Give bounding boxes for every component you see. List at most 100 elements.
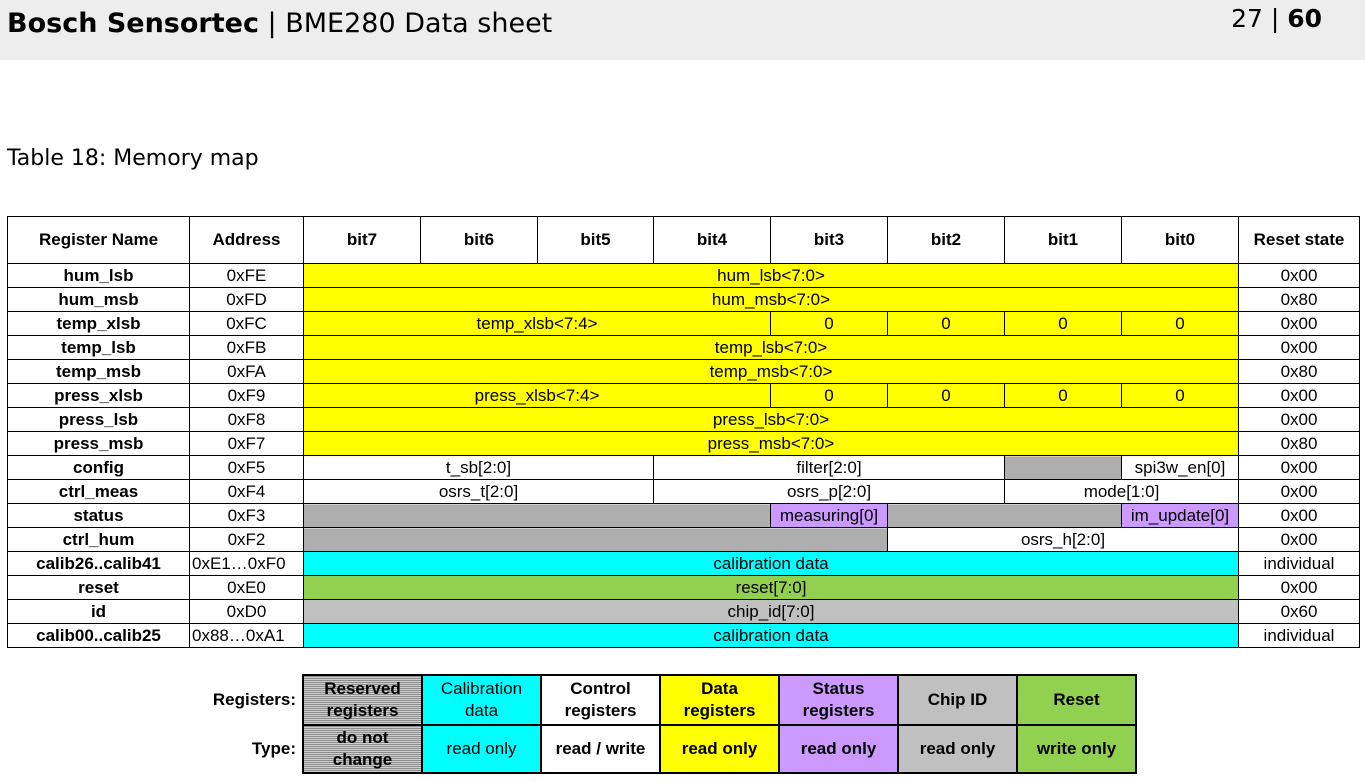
- register-address: 0xD0: [189, 599, 304, 624]
- register-name: temp_xlsb: [7, 311, 190, 336]
- register-address: 0xF9: [189, 383, 304, 408]
- register-field: measuring[0]: [770, 503, 888, 528]
- table-row: reset 0xE0 reset[7:0] 0x00: [7, 575, 1360, 600]
- register-name: calib00..calib25: [7, 623, 190, 648]
- reset-value: individual: [1238, 551, 1360, 576]
- register-name: calib26..calib41: [7, 551, 190, 576]
- legend-registers-label: Registers:: [212, 690, 296, 709]
- reset-value: 0x00: [1238, 263, 1360, 288]
- table-row: press_lsb 0xF8 press_lsb<7:0> 0x00: [7, 407, 1360, 432]
- bit-value: 0: [770, 311, 888, 336]
- register-name: config: [7, 455, 190, 480]
- table-row: temp_msb 0xFA temp_msb<7:0> 0x80: [7, 359, 1360, 384]
- page-current: 27: [1231, 4, 1263, 33]
- memory-map-table: Register Name Address bit7 bit6 bit5 bit…: [7, 216, 1360, 648]
- legend-chip-id: Chip ID: [897, 674, 1018, 726]
- table-row: ctrl_meas 0xF4 osrs_t[2:0] osrs_p[2:0] m…: [7, 479, 1360, 504]
- register-address: 0xFC: [189, 311, 304, 336]
- register-field: im_update[0]: [1121, 503, 1239, 528]
- col-bit2: bit2: [887, 216, 1005, 264]
- bit-value: 0: [887, 383, 1005, 408]
- register-address: 0xFE: [189, 263, 304, 288]
- reset-value: 0x00: [1238, 407, 1360, 432]
- register-field: press_msb<7:0>: [303, 431, 1239, 456]
- legend-calibration-type: read only: [421, 724, 542, 774]
- register-field: chip_id[7:0]: [303, 599, 1239, 624]
- reset-value: 0x00: [1238, 479, 1360, 504]
- reserved-bits: [303, 527, 888, 552]
- register-address: 0xF8: [189, 407, 304, 432]
- bit-value: 0: [1004, 383, 1122, 408]
- register-address: 0xFB: [189, 335, 304, 360]
- register-name: status: [7, 503, 190, 528]
- reset-value: 0x00: [1238, 527, 1360, 552]
- table-row: press_msb 0xF7 press_msb<7:0> 0x80: [7, 431, 1360, 456]
- reserved-bits: [303, 503, 771, 528]
- register-field: mode[1:0]: [1004, 479, 1239, 504]
- reset-value: 0x00: [1238, 575, 1360, 600]
- col-bit4: bit4: [653, 216, 771, 264]
- register-name: hum_lsb: [7, 263, 190, 288]
- legend-status: Status registers: [778, 674, 899, 726]
- legend-data: Data registers: [659, 674, 780, 726]
- reserved-bit: [1004, 455, 1122, 480]
- legend-reset-type: write only: [1016, 724, 1137, 774]
- register-field: t_sb[2:0]: [303, 455, 654, 480]
- register-name: id: [7, 599, 190, 624]
- legend-control-type: read / write: [540, 724, 661, 774]
- register-field: osrs_p[2:0]: [653, 479, 1005, 504]
- register-field: filter[2:0]: [653, 455, 1005, 480]
- register-address: 0xF3: [189, 503, 304, 528]
- table-row: press_xlsb 0xF9 press_xlsb<7:4> 0 0 0 0 …: [7, 383, 1360, 408]
- legend-registers-row: Registers: Reserved registers Calibratio…: [192, 674, 1137, 726]
- table-row: temp_lsb 0xFB temp_lsb<7:0> 0x00: [7, 335, 1360, 360]
- table-row: ctrl_hum 0xF2 osrs_h[2:0] 0x00: [7, 527, 1360, 552]
- register-name: temp_lsb: [7, 335, 190, 360]
- table-row: temp_xlsb 0xFC temp_xlsb<7:4> 0 0 0 0 0x…: [7, 311, 1360, 336]
- col-bit6: bit6: [420, 216, 538, 264]
- col-bit3: bit3: [770, 216, 888, 264]
- register-name: ctrl_hum: [7, 527, 190, 552]
- table-row: id 0xD0 chip_id[7:0] 0x60: [7, 599, 1360, 624]
- col-bit1: bit1: [1004, 216, 1122, 264]
- register-address: 0xF4: [189, 479, 304, 504]
- page-separator: |: [1262, 4, 1288, 33]
- reset-value: 0x00: [1238, 383, 1360, 408]
- legend-calibration: Calibration data: [421, 674, 542, 726]
- table-row: hum_msb 0xFD hum_msb<7:0> 0x80: [7, 287, 1360, 312]
- bit-value: 0: [1004, 311, 1122, 336]
- table-caption: Table 18: Memory map: [7, 146, 259, 171]
- reset-value: 0x80: [1238, 359, 1360, 384]
- legend-type-row: Type: do not change read only read / wri…: [192, 724, 1137, 774]
- legend-reserved-type: do not change: [302, 724, 423, 774]
- reset-value: 0x80: [1238, 287, 1360, 312]
- register-name: reset: [7, 575, 190, 600]
- table-row: calib26..calib41 0xE1…0xF0 calibration d…: [7, 551, 1360, 576]
- col-bit7: bit7: [303, 216, 421, 264]
- document-title: Bosch Sensortec | BME280 Data sheet: [7, 8, 552, 39]
- legend-reserved: Reserved registers: [302, 674, 423, 726]
- register-name: ctrl_meas: [7, 479, 190, 504]
- reset-value: individual: [1238, 623, 1360, 648]
- reset-value: 0x00: [1238, 311, 1360, 336]
- page-number: 27 | 60: [1231, 4, 1322, 33]
- register-field: hum_lsb<7:0>: [303, 263, 1239, 288]
- register-name: press_xlsb: [7, 383, 190, 408]
- register-address: 0xF2: [189, 527, 304, 552]
- register-field: press_lsb<7:0>: [303, 407, 1239, 432]
- bit-value: 0: [887, 311, 1005, 336]
- register-address: 0xF7: [189, 431, 304, 456]
- bit-value: 0: [770, 383, 888, 408]
- table-row: config 0xF5 t_sb[2:0] filter[2:0] spi3w_…: [7, 455, 1360, 480]
- register-field: temp_msb<7:0>: [303, 359, 1239, 384]
- legend-data-type: read only: [659, 724, 780, 774]
- register-name: press_msb: [7, 431, 190, 456]
- reset-value: 0x00: [1238, 335, 1360, 360]
- register-field: hum_msb<7:0>: [303, 287, 1239, 312]
- reset-value: 0x60: [1238, 599, 1360, 624]
- register-field: calibration data: [303, 623, 1239, 648]
- col-reset-state: Reset state: [1238, 216, 1360, 264]
- reserved-bits: [887, 503, 1122, 528]
- legend-type-label: Type:: [251, 739, 296, 758]
- reset-value: 0x80: [1238, 431, 1360, 456]
